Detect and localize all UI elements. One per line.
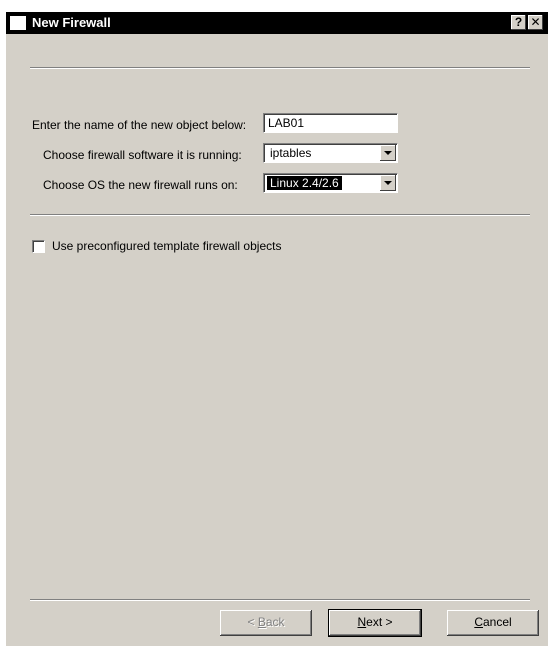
firewall-software-value: iptables <box>270 146 312 160</box>
back-button[interactable]: < Back <box>220 610 312 636</box>
next-mnemonic: N <box>357 615 367 629</box>
template-checkbox[interactable] <box>32 240 45 253</box>
help-button[interactable]: ? <box>511 15 526 30</box>
object-name-input[interactable]: LAB01 <box>263 113 398 133</box>
next-rest: ext > <box>366 615 393 629</box>
middle-divider <box>30 214 530 216</box>
cancel-rest: ancel <box>482 615 512 629</box>
new-firewall-dialog: New Firewall ? ✕ Enter the name of the n… <box>6 12 548 646</box>
back-rest: ack <box>265 615 285 629</box>
object-name-value: LAB01 <box>268 116 305 130</box>
template-checkbox-label[interactable]: Use preconfigured template firewall obje… <box>52 239 281 253</box>
back-mnemonic: B <box>257 615 266 629</box>
back-prefix: < <box>247 615 258 629</box>
os-label: Choose OS the new firewall runs on: <box>43 178 238 192</box>
next-button[interactable]: Next > <box>328 609 422 637</box>
top-divider <box>30 67 530 69</box>
firewall-os-value: Linux 2.4/2.6 <box>266 175 343 191</box>
close-icon[interactable]: ✕ <box>528 15 543 30</box>
name-label: Enter the name of the new object below: <box>32 118 247 132</box>
firewall-os-select[interactable]: Linux 2.4/2.6 <box>263 173 398 193</box>
chevron-down-icon[interactable] <box>380 145 396 161</box>
window-icon <box>10 16 26 30</box>
firewall-software-select[interactable]: iptables <box>263 143 398 163</box>
software-label: Choose firewall software it is running: <box>43 148 242 162</box>
chevron-down-icon[interactable] <box>380 175 396 191</box>
cancel-mnemonic: C <box>474 615 483 629</box>
title-bar[interactable]: New Firewall ? ✕ <box>6 12 548 34</box>
bottom-divider <box>30 599 530 601</box>
cancel-button[interactable]: Cancel <box>447 610 539 636</box>
window-title: New Firewall <box>32 15 111 30</box>
